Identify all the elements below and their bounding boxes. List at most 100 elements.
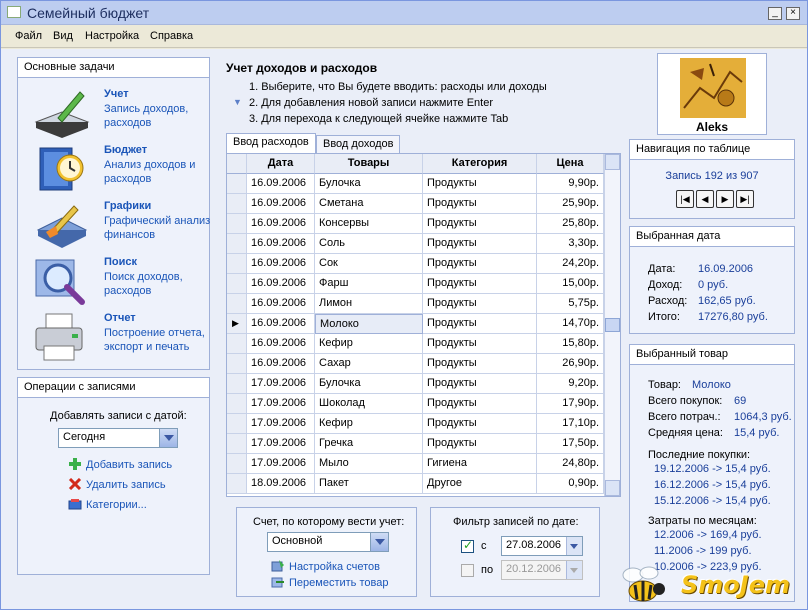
table-row[interactable]: 17.09.2006 Кефир Продукты 17,10р. bbox=[227, 414, 606, 434]
cell-category[interactable]: Продукты bbox=[423, 194, 537, 214]
table-row[interactable]: 16.09.2006 Консервы Продукты 25,80р. bbox=[227, 214, 606, 234]
menu-help[interactable]: Справка bbox=[150, 30, 193, 42]
cell-date[interactable]: 16.09.2006 bbox=[247, 174, 315, 194]
next-record-button[interactable]: ▶ bbox=[716, 190, 734, 208]
cell-date[interactable]: 17.09.2006 bbox=[247, 394, 315, 414]
cell-goods[interactable]: Сметана bbox=[315, 194, 423, 214]
delete-record-link[interactable]: Удалить запись bbox=[68, 478, 166, 491]
cell-goods[interactable]: Кефир bbox=[315, 334, 423, 354]
cell-date[interactable]: 16.09.2006 bbox=[247, 254, 315, 274]
cell-price[interactable]: 5,75р. bbox=[537, 294, 604, 314]
row-selector[interactable] bbox=[227, 454, 247, 474]
chevron-down-icon[interactable] bbox=[370, 533, 388, 551]
cell-goods[interactable]: Гречка bbox=[315, 434, 423, 454]
cell-price[interactable]: 24,80р. bbox=[537, 454, 604, 474]
table-scrollbar[interactable] bbox=[604, 154, 620, 496]
table-row[interactable]: 16.09.2006 Фарш Продукты 15,00р. bbox=[227, 274, 606, 294]
previous-record-button[interactable]: ◀ bbox=[696, 190, 714, 208]
scroll-up-icon[interactable] bbox=[605, 154, 620, 170]
cell-price[interactable]: 15,80р. bbox=[537, 334, 604, 354]
cell-category[interactable]: Продукты bbox=[423, 394, 537, 414]
row-selector[interactable] bbox=[227, 354, 247, 374]
column-header-price[interactable]: Цена bbox=[537, 154, 604, 174]
row-selector[interactable] bbox=[227, 214, 247, 234]
table-row[interactable]: 16.09.2006 Сметана Продукты 25,90р. bbox=[227, 194, 606, 214]
cell-category[interactable]: Продукты bbox=[423, 214, 537, 234]
task-search[interactable]: Поиск Поиск доходов, расходов bbox=[32, 256, 212, 306]
cell-goods[interactable]: Мыло bbox=[315, 454, 423, 474]
cell-date[interactable]: 16.09.2006 bbox=[247, 274, 315, 294]
row-selector[interactable] bbox=[227, 194, 247, 214]
account-settings-link[interactable]: Настройка счетов bbox=[271, 560, 380, 573]
cell-goods[interactable]: Булочка bbox=[315, 174, 423, 194]
task-report[interactable]: Отчет Построение отчета, экспорт и печат… bbox=[32, 312, 212, 362]
cell-price[interactable]: 15,00р. bbox=[537, 274, 604, 294]
cell-category[interactable]: Продукты bbox=[423, 294, 537, 314]
cell-goods[interactable]: Шоколад bbox=[315, 394, 423, 414]
add-record-link[interactable]: Добавить запись bbox=[68, 458, 172, 471]
cell-price[interactable]: 24,20р. bbox=[537, 254, 604, 274]
row-selector[interactable] bbox=[227, 274, 247, 294]
table-row[interactable]: 16.09.2006 Лимон Продукты 5,75р. bbox=[227, 294, 606, 314]
cell-category[interactable]: Продукты bbox=[423, 234, 537, 254]
scroll-thumb[interactable] bbox=[605, 318, 620, 332]
cell-date[interactable]: 17.09.2006 bbox=[247, 374, 315, 394]
cell-category[interactable]: Продукты bbox=[423, 174, 537, 194]
row-selector[interactable] bbox=[227, 394, 247, 414]
tab-expenses[interactable]: Ввод расходов bbox=[226, 133, 316, 153]
table-row[interactable]: 16.09.2006 Булочка Продукты 9,90р. bbox=[227, 174, 606, 194]
table-row[interactable]: 18.09.2006 Пакет Другое 0,90р. bbox=[227, 474, 606, 494]
scroll-down-icon[interactable] bbox=[605, 480, 620, 496]
table-row[interactable]: 16.09.2006 Сок Продукты 24,20р. bbox=[227, 254, 606, 274]
categories-link[interactable]: Категории... bbox=[68, 498, 147, 511]
task-charts[interactable]: Графики Графический анализ финансов bbox=[32, 200, 212, 250]
cell-price[interactable]: 9,20р. bbox=[537, 374, 604, 394]
filter-from-date[interactable]: 27.08.2006 bbox=[501, 536, 583, 556]
cell-price[interactable]: 14,70р. bbox=[537, 314, 604, 334]
task-budget[interactable]: Бюджет Анализ доходов и расходов bbox=[32, 144, 212, 194]
cell-goods[interactable]: Булочка bbox=[315, 374, 423, 394]
table-row[interactable]: 16.09.2006 Кефир Продукты 15,80р. bbox=[227, 334, 606, 354]
row-selector[interactable] bbox=[227, 474, 247, 494]
cell-category[interactable]: Продукты bbox=[423, 414, 537, 434]
cell-date[interactable]: 16.09.2006 bbox=[247, 234, 315, 254]
cell-date[interactable]: 16.09.2006 bbox=[247, 294, 315, 314]
column-header-category[interactable]: Категория bbox=[423, 154, 537, 174]
row-selector[interactable]: ▶ bbox=[227, 314, 247, 334]
cell-category[interactable]: Гигиена bbox=[423, 454, 537, 474]
table-row[interactable]: 17.09.2006 Булочка Продукты 9,20р. bbox=[227, 374, 606, 394]
cell-goods[interactable]: Соль bbox=[315, 234, 423, 254]
cell-goods[interactable]: Сок bbox=[315, 254, 423, 274]
cell-price[interactable]: 25,90р. bbox=[537, 194, 604, 214]
task-accounting[interactable]: Учет Запись доходов, расходов bbox=[32, 88, 212, 138]
cell-date[interactable]: 16.09.2006 bbox=[247, 214, 315, 234]
table-row[interactable]: 16.09.2006 Соль Продукты 3,30р. bbox=[227, 234, 606, 254]
cell-price[interactable]: 3,30р. bbox=[537, 234, 604, 254]
filter-to-date[interactable]: 20.12.2006 bbox=[501, 560, 583, 580]
cell-category[interactable]: Продукты bbox=[423, 334, 537, 354]
cell-goods[interactable]: Пакет bbox=[315, 474, 423, 494]
cell-price[interactable]: 26,90р. bbox=[537, 354, 604, 374]
cell-date[interactable]: 18.09.2006 bbox=[247, 474, 315, 494]
filter-to-checkbox[interactable] bbox=[461, 564, 474, 577]
cell-price[interactable]: 17,10р. bbox=[537, 414, 604, 434]
table-row[interactable]: 17.09.2006 Гречка Продукты 17,50р. bbox=[227, 434, 606, 454]
first-record-button[interactable]: |◀ bbox=[676, 190, 694, 208]
cell-price[interactable]: 0,90р. bbox=[537, 474, 604, 494]
menu-settings[interactable]: Настройка bbox=[85, 30, 139, 42]
row-selector[interactable] bbox=[227, 294, 247, 314]
cell-date[interactable]: 17.09.2006 bbox=[247, 454, 315, 474]
move-item-link[interactable]: Переместить товар bbox=[271, 576, 388, 589]
minimize-button[interactable]: _ bbox=[768, 7, 782, 20]
menu-view[interactable]: Вид bbox=[53, 30, 73, 42]
row-selector[interactable] bbox=[227, 414, 247, 434]
chevron-down-icon[interactable] bbox=[159, 429, 177, 447]
cell-price[interactable]: 17,90р. bbox=[537, 394, 604, 414]
add-date-combobox[interactable]: Сегодня bbox=[58, 428, 178, 448]
menu-file[interactable]: Файл bbox=[15, 30, 42, 42]
last-record-button[interactable]: ▶| bbox=[736, 190, 754, 208]
cell-category[interactable]: Продукты bbox=[423, 434, 537, 454]
calendar-dropdown-icon[interactable] bbox=[566, 537, 582, 555]
table-row[interactable]: 17.09.2006 Шоколад Продукты 17,90р. bbox=[227, 394, 606, 414]
cell-category[interactable]: Продукты bbox=[423, 314, 537, 334]
